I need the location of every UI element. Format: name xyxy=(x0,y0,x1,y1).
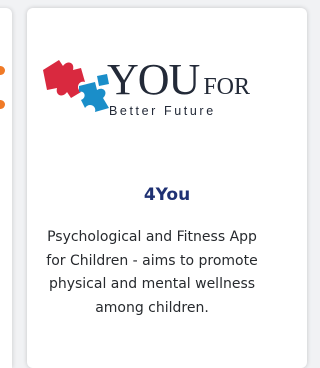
logo-main-word: YOU xyxy=(107,55,200,104)
logo-heading: YOU FOR xyxy=(107,58,287,102)
previous-card-edge[interactable] xyxy=(0,8,12,368)
puzzle-pieces-icon xyxy=(43,60,109,112)
orange-dot-icon xyxy=(0,100,5,109)
logo-wordmark: YOU FOR Better Future xyxy=(107,58,287,128)
project-card[interactable]: YOU FOR Better Future 4You Psychological … xyxy=(27,8,307,368)
orange-dot-icon xyxy=(0,66,5,75)
logo-secondary-word: FOR xyxy=(203,74,251,100)
logo-tagline: Better Future xyxy=(109,104,216,118)
project-title[interactable]: 4You xyxy=(27,185,307,205)
project-description: Psychological and Fitness App for Childr… xyxy=(46,229,258,316)
project-logo: YOU FOR Better Future xyxy=(37,46,267,126)
